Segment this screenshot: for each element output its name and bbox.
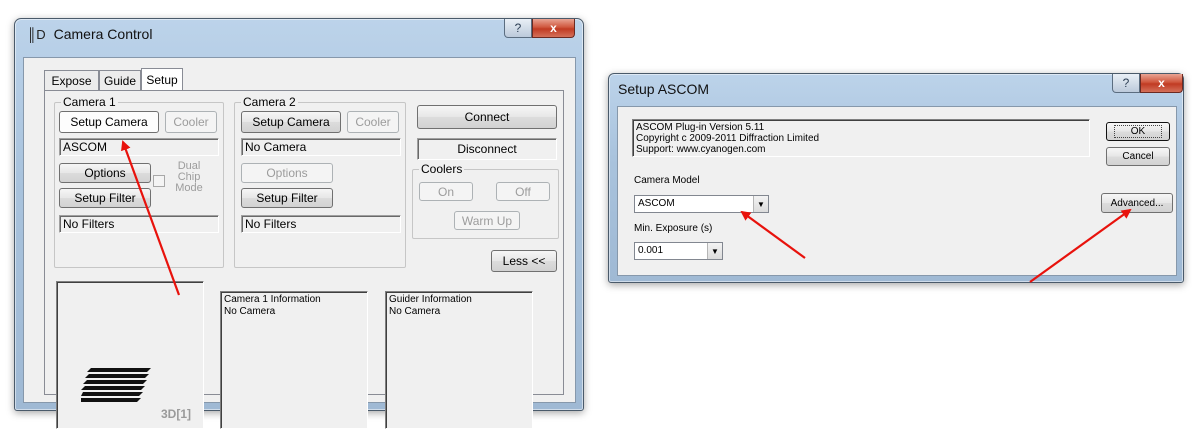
ascom-copyright-line: Copyright c 2009-2011 Diffraction Limite…: [636, 133, 820, 144]
dual-chip-label: Dual Chip Mode: [175, 160, 203, 194]
guider-info-value: No Camera: [389, 306, 441, 317]
cooler1-button[interactable]: Cooler: [165, 111, 217, 133]
ascom-close-button[interactable]: x: [1140, 74, 1183, 93]
filter2-field: No Filters: [241, 215, 401, 233]
setup-camera1-button[interactable]: Setup Camera: [59, 111, 159, 133]
tab-setup-label: Setup: [146, 72, 178, 87]
camera1-group-label: Camera 1: [61, 95, 118, 109]
setup-ascom-client: ASCOM Plug-in Version 5.11 Copyright c 2…: [617, 106, 1177, 276]
cancel-button[interactable]: Cancel: [1106, 147, 1170, 166]
window-title: Camera Control: [53, 26, 153, 42]
logo-text: 3D[1]: [161, 407, 192, 421]
setup-tab-page: Camera 1 Setup Camera Cooler ASCOM Optio…: [44, 90, 564, 429]
options1-button[interactable]: Options: [59, 163, 151, 183]
guider-info-panel: Guider Information No Camera: [385, 291, 533, 429]
camera1-info-panel: Camera 1 Information No Camera: [220, 291, 368, 429]
camera-control-client: Expose Guide Setup Camera 1 Setup Camera…: [23, 57, 576, 429]
cooler2-button[interactable]: Cooler: [347, 111, 399, 133]
3d-logo-icon: [81, 368, 151, 402]
ascom-help-button[interactable]: ?: [1112, 74, 1140, 93]
coolers-group-label: Coolers: [419, 162, 465, 176]
min-exposure-select[interactable]: 0.001 ▼: [634, 242, 723, 260]
tab-strip: Expose Guide Setup: [44, 68, 564, 90]
3d-logo-icon: ║D: [27, 26, 46, 42]
setup-ascom-titlebar[interactable]: Setup ASCOM ? x: [609, 74, 1183, 104]
ascom-version-line: ASCOM Plug-in Version 5.11: [636, 122, 765, 133]
camera-model-label: Camera Model: [634, 175, 700, 186]
setup-filter1-button[interactable]: Setup Filter: [59, 188, 151, 208]
ascom-info-panel: ASCOM Plug-in Version 5.11 Copyright c 2…: [632, 119, 1090, 157]
camera-control-window: ║D Camera Control ? x Expose Guide Setup: [14, 18, 584, 429]
filter1-field: No Filters: [59, 215, 219, 233]
warm-up-button[interactable]: Warm Up: [454, 211, 520, 230]
disconnect-status[interactable]: Disconnect: [417, 138, 557, 160]
ok-button[interactable]: OK: [1106, 122, 1170, 141]
guider-info-heading: Guider Information: [389, 294, 472, 305]
options2-button[interactable]: Options: [241, 163, 333, 183]
advanced-button[interactable]: Advanced...: [1101, 193, 1173, 213]
connect-button[interactable]: Connect: [417, 105, 557, 129]
camera-model-select[interactable]: ASCOM ▼: [634, 195, 769, 213]
cooler-off-button[interactable]: Off: [496, 182, 550, 201]
chevron-down-icon: ▼: [753, 196, 768, 212]
setup-ascom-title: Setup ASCOM: [618, 81, 710, 97]
tab-guide-label: Guide: [103, 73, 137, 88]
camera2-group-label: Camera 2: [241, 95, 298, 109]
tab-expose[interactable]: Expose: [44, 70, 99, 90]
dual-chip-checkbox[interactable]: [153, 175, 165, 187]
ascom-support-line: Support: www.cyanogen.com: [636, 144, 766, 155]
close-button[interactable]: x: [532, 19, 575, 38]
close-icon: x: [550, 21, 557, 35]
min-exposure-value: 0.001: [638, 245, 664, 256]
chevron-down-icon: ▼: [707, 243, 722, 259]
ok-button-label: OK: [1113, 125, 1163, 138]
setup-filter2-button[interactable]: Setup Filter: [241, 188, 333, 208]
tab-setup[interactable]: Setup: [141, 68, 183, 90]
camera1-field: ASCOM: [59, 138, 219, 156]
setup-camera2-button[interactable]: Setup Camera: [241, 111, 341, 133]
tab-expose-label: Expose: [51, 73, 92, 88]
camera1-info-value: No Camera: [224, 306, 276, 317]
cooler-on-button[interactable]: On: [419, 182, 473, 201]
camera1-info-heading: Camera 1 Information: [224, 294, 321, 305]
camera-model-value: ASCOM: [638, 198, 675, 209]
tab-guide[interactable]: Guide: [99, 70, 141, 90]
close-icon: x: [1158, 76, 1165, 90]
setup-ascom-window: Setup ASCOM ? x ASCOM Plug-in Version 5.…: [608, 73, 1184, 283]
camera-control-titlebar[interactable]: ║D Camera Control ? x: [15, 19, 583, 49]
min-exposure-label: Min. Exposure (s): [634, 223, 713, 234]
less-button[interactable]: Less <<: [491, 250, 557, 272]
help-button[interactable]: ?: [504, 19, 532, 38]
logo-panel: 3D[1]: [56, 281, 204, 429]
camera2-field: No Camera: [241, 138, 401, 156]
